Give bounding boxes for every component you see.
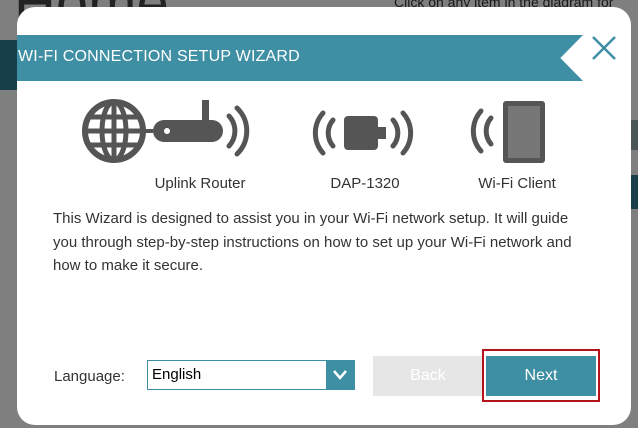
next-button[interactable]: Next: [486, 356, 596, 396]
language-label: Language:: [54, 368, 125, 385]
wizard-description: This Wizard is designed to assist you in…: [53, 210, 572, 274]
device-label-client: Wi-Fi Client: [478, 175, 556, 192]
close-button[interactable]: [589, 33, 619, 63]
setup-wizard-dialog: WI-FI CONNECTION SETUP WIZARD Uplink Rou…: [17, 7, 631, 425]
dropdown-toggle[interactable]: [326, 361, 354, 389]
language-select[interactable]: English: [147, 360, 355, 390]
back-button[interactable]: Back: [373, 356, 483, 396]
close-icon: [592, 36, 616, 60]
extender-icon: [309, 105, 419, 161]
device-label-uplink: Uplink Router: [154, 175, 246, 192]
language-select-value: English: [152, 366, 202, 383]
tablet-icon: [469, 99, 549, 165]
device-label-dap: DAP-1320: [330, 175, 400, 192]
wizard-title: WI-FI CONNECTION SETUP WIZARD: [18, 48, 300, 65]
router-globe-icon: [77, 97, 257, 165]
chevron-down-icon: [333, 370, 347, 380]
